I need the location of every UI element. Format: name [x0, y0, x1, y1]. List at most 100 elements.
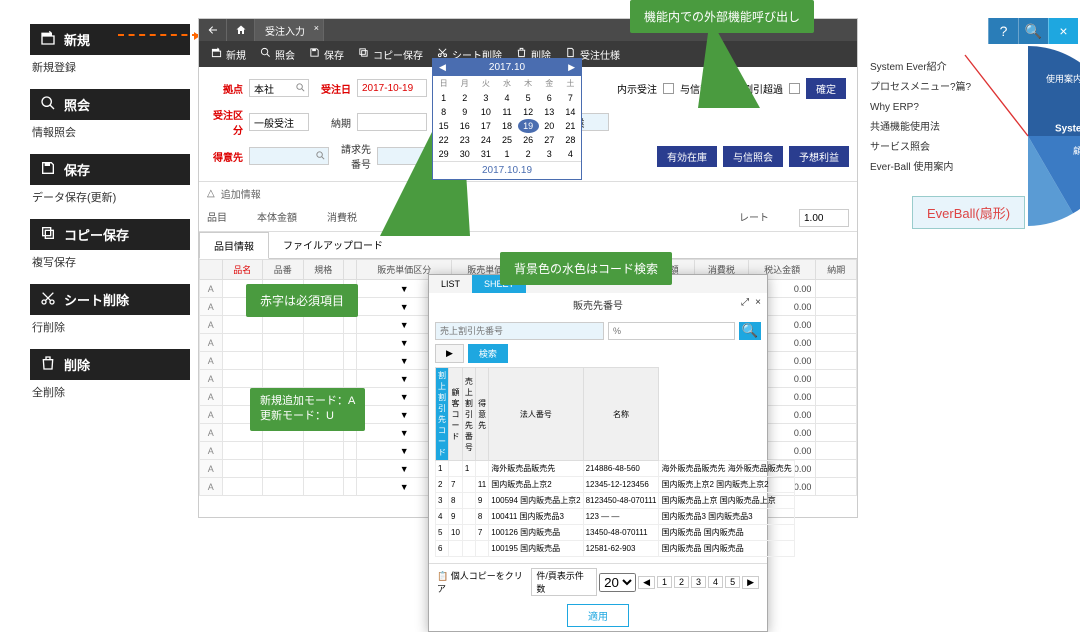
cal-day[interactable]: 6 [539, 91, 560, 105]
cal-day[interactable]: 12 [518, 105, 539, 119]
nav-back-icon[interactable] [199, 19, 227, 41]
dlg-col[interactable]: 名称 [583, 368, 659, 461]
left-new-button[interactable]: 新規 [30, 24, 190, 55]
search-icon[interactable] [315, 150, 326, 161]
toolbar-search-button[interactable]: 照会 [254, 41, 301, 67]
cal-day[interactable]: 9 [454, 105, 475, 119]
fan-brand: SystemEve [1055, 124, 1080, 135]
cal-day[interactable]: 3 [539, 147, 560, 161]
dlg-search-go[interactable]: 🔍 [739, 322, 761, 340]
cal-day[interactable]: 17 [475, 119, 496, 133]
cal-next-icon[interactable]: ▶ [568, 62, 575, 73]
dlg-col[interactable]: 顧客コード [449, 368, 463, 461]
cal-day[interactable]: 7 [560, 91, 581, 105]
dlg-row[interactable]: 11海外販売品販売先214886-48-560海外販売品販売先 海外販売品販売先 [436, 461, 795, 477]
tab-close-icon[interactable]: × [314, 23, 319, 33]
dlg-row[interactable]: 2711国内販売品上京212345-12-123456国内販売上京2 国内販売上… [436, 477, 795, 493]
cal-day[interactable]: 20 [539, 119, 560, 133]
grid-header[interactable] [200, 260, 223, 280]
search-icon[interactable] [295, 82, 306, 93]
cal-day[interactable]: 3 [475, 91, 496, 105]
checkbox-discount-over[interactable] [789, 83, 800, 94]
dlg-query-button[interactable]: 検索 [468, 344, 508, 363]
dlg-search-input[interactable] [435, 322, 604, 340]
tab-order-entry[interactable]: 受注入力× [255, 19, 324, 41]
left-copy-button[interactable]: コピー保存 [30, 219, 190, 250]
grid-header[interactable] [344, 260, 357, 280]
dlg-row[interactable]: 389100594 国内販売品上京28123450-48-070111国内販売品… [436, 493, 795, 509]
dlg-col[interactable]: 法人番号 [489, 368, 583, 461]
help-icon[interactable]: ? [988, 18, 1018, 44]
cal-day[interactable]: 11 [496, 105, 517, 119]
cal-day[interactable]: 28 [560, 133, 581, 147]
cal-day[interactable]: 2 [518, 147, 539, 161]
dlg-tab-list[interactable]: LIST [429, 275, 472, 293]
left-search-button[interactable]: 照会 [30, 89, 190, 120]
tab-item-info[interactable]: 品目情報 [199, 232, 269, 259]
dlg-close-icon[interactable]: × [755, 297, 761, 308]
dlg-search-pct[interactable] [608, 322, 735, 340]
cal-day[interactable]: 27 [539, 133, 560, 147]
additional-info-toggle[interactable]: △ 追加情報 [199, 182, 857, 205]
cal-dow: 水 [496, 76, 517, 91]
field-rate[interactable] [799, 209, 849, 227]
cal-day[interactable]: 21 [560, 119, 581, 133]
cal-prev-icon[interactable]: ◀ [439, 62, 446, 73]
cal-day[interactable]: 8 [433, 105, 454, 119]
toolbar-copy-button[interactable]: コピー保存 [352, 41, 429, 67]
grid-header[interactable]: 規格 [303, 260, 344, 280]
cal-day[interactable]: 4 [496, 91, 517, 105]
cal-day[interactable]: 15 [433, 119, 454, 133]
cal-day[interactable]: 24 [475, 133, 496, 147]
cal-day[interactable]: 29 [433, 147, 454, 161]
field-order-type[interactable] [249, 113, 309, 131]
cal-day[interactable]: 30 [454, 147, 475, 161]
checkbox-naiji[interactable] [663, 83, 674, 94]
grid-header[interactable]: 品名 [222, 260, 263, 280]
cal-day[interactable]: 22 [433, 133, 454, 147]
profit-button[interactable]: 予想利益 [789, 146, 849, 167]
cal-day[interactable]: 1 [496, 147, 517, 161]
cal-day[interactable]: 31 [475, 147, 496, 161]
left-cut-button[interactable]: シート削除 [30, 284, 190, 315]
cal-day[interactable]: 16 [454, 119, 475, 133]
dlg-expand-icon[interactable]: ⤢ [741, 297, 749, 308]
dlg-row[interactable]: 6100195 国内販売品12581-62-903国内販売品 国内販売品 [436, 541, 795, 557]
dlg-apply-button[interactable]: 適用 [567, 604, 629, 627]
cal-day[interactable]: 10 [475, 105, 496, 119]
grid-header[interactable]: 納期 [816, 260, 857, 280]
grid-header[interactable]: 品番 [263, 260, 304, 280]
dlg-row[interactable]: 498100411 国内販売品3123 — —国内販売品3 国内販売品3 [436, 509, 795, 525]
stock-button[interactable]: 有効在庫 [657, 146, 717, 167]
cal-day[interactable]: 5 [518, 91, 539, 105]
credit-button[interactable]: 与信照会 [723, 146, 783, 167]
dlg-col[interactable]: 売上割引先番号 [462, 368, 475, 461]
cal-day[interactable]: 26 [518, 133, 539, 147]
cal-day[interactable]: 4 [560, 147, 581, 161]
calendar-popup[interactable]: ◀2017.10▶ 日月火水木金土12345678910111213141516… [432, 58, 582, 180]
cal-day[interactable]: 19 [518, 119, 539, 133]
tab-file-upload[interactable]: ファイルアップロード [269, 232, 397, 258]
cal-day[interactable]: 2 [454, 91, 475, 105]
dlg-col[interactable]: 得意先 [475, 368, 488, 461]
cal-today[interactable]: 2017.10.19 [433, 161, 581, 179]
dlg-row[interactable]: 5107100126 国内販売品13450-48-070111国内販売品 国内販… [436, 525, 795, 541]
dlg-page-size[interactable]: 20 [599, 573, 636, 592]
dlg-reset-button[interactable]: ▶ [435, 344, 464, 363]
nav-home-icon[interactable] [227, 19, 255, 41]
toolbar-new-button[interactable]: 新規 [205, 41, 252, 67]
cal-day[interactable]: 1 [433, 91, 454, 105]
confirm-button[interactable]: 確定 [806, 78, 846, 99]
cal-day[interactable]: 25 [496, 133, 517, 147]
dlg-col[interactable]: 割上割引先コード [436, 368, 449, 461]
toolbar-save-button[interactable]: 保存 [303, 41, 350, 67]
dlg-pager[interactable]: 件/頁表示件数 20 ◀12345▶ [531, 568, 759, 596]
help-search-icon[interactable]: 🔍 [1018, 18, 1048, 44]
cal-day[interactable]: 14 [560, 105, 581, 119]
help-close-icon[interactable]: × [1048, 18, 1078, 44]
cal-day[interactable]: 18 [496, 119, 517, 133]
left-delete-button[interactable]: 削除 [30, 349, 190, 380]
left-save-button[interactable]: 保存 [30, 154, 190, 185]
cal-day[interactable]: 23 [454, 133, 475, 147]
cal-day[interactable]: 13 [539, 105, 560, 119]
